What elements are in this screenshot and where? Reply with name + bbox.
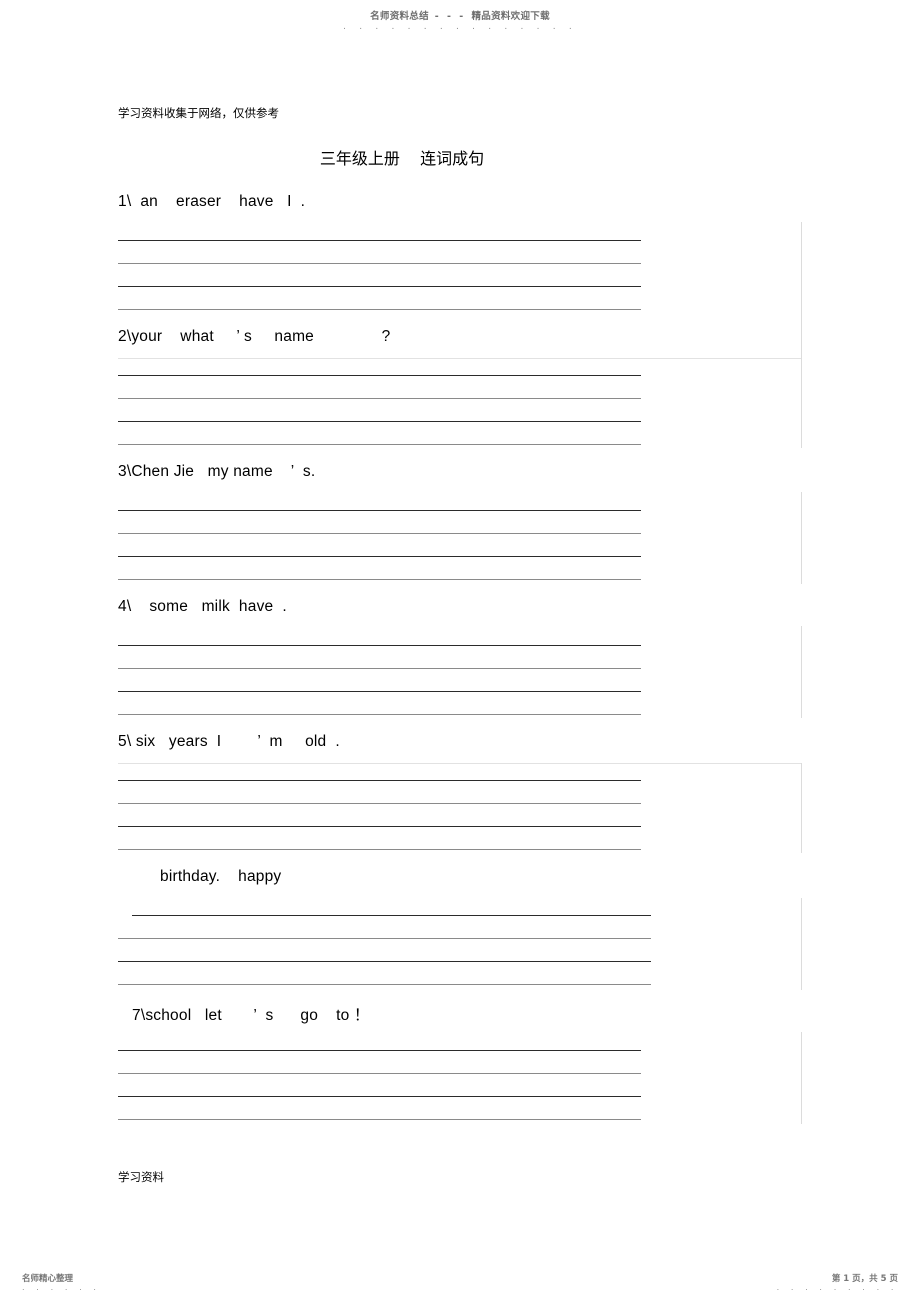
answer-line (118, 1119, 641, 1120)
answer-line (118, 309, 641, 310)
question-text-4: 4\ some milk have . (118, 598, 287, 615)
answer-line (118, 691, 641, 692)
margin-guide-line-1 (801, 222, 802, 359)
answer-line (118, 533, 641, 534)
answer-line (118, 668, 641, 669)
margin-guide-line-8 (801, 898, 802, 990)
answer-line (118, 240, 641, 241)
margin-guide-line-7 (801, 763, 802, 853)
answer-line (118, 556, 641, 557)
answer-line (118, 961, 651, 962)
page-footer-note: 学习资料 (118, 1170, 164, 1184)
answer-line (118, 263, 641, 264)
question-text-5: 5\ six years I ’ m old . (118, 733, 340, 750)
margin-guide-line-2 (118, 358, 802, 359)
answer-line (118, 714, 641, 715)
answer-line (118, 938, 651, 939)
question-text-3: 3\Chen Jie my name ’ s. (118, 463, 316, 480)
margin-guide-line-9 (801, 1032, 802, 1124)
document-page: 学习资料收集于网络，仅供参考 三年级上册 连词成句 1\ an eraser h… (0, 0, 920, 1303)
answer-line (118, 1050, 641, 1051)
answer-line (118, 849, 641, 850)
margin-guide-line-6 (118, 763, 802, 764)
answer-line (118, 826, 641, 827)
question-text-6: birthday. happy (160, 868, 282, 885)
answer-line (118, 510, 641, 511)
answer-line (118, 803, 641, 804)
page-header-note: 学习资料收集于网络，仅供参考 (118, 106, 279, 120)
answer-line (118, 984, 651, 985)
question-text-1: 1\ an eraser have I . (118, 193, 306, 210)
answer-line (118, 286, 641, 287)
page-title: 三年级上册 连词成句 (319, 149, 485, 168)
answer-line (118, 1073, 641, 1074)
bottom-left-watermark-dots: . . . . . . (22, 1283, 101, 1292)
answer-line (118, 375, 641, 376)
answer-line (118, 398, 641, 399)
margin-guide-line-5 (801, 626, 802, 718)
question-text-7: 7\school let ’ s go to ！ (132, 1007, 370, 1024)
answer-line (118, 645, 641, 646)
answer-line (132, 915, 651, 916)
answer-line (118, 421, 641, 422)
question-text-2: 2\your what ’ s name ? (118, 328, 391, 345)
answer-line (118, 444, 641, 445)
answer-line (118, 780, 641, 781)
page-number-watermark-dots: . . . . . . . . . (776, 1283, 898, 1292)
margin-guide-line-3 (801, 358, 802, 448)
answer-line (118, 1096, 641, 1097)
answer-line (118, 579, 641, 580)
margin-guide-line-4 (801, 492, 802, 584)
